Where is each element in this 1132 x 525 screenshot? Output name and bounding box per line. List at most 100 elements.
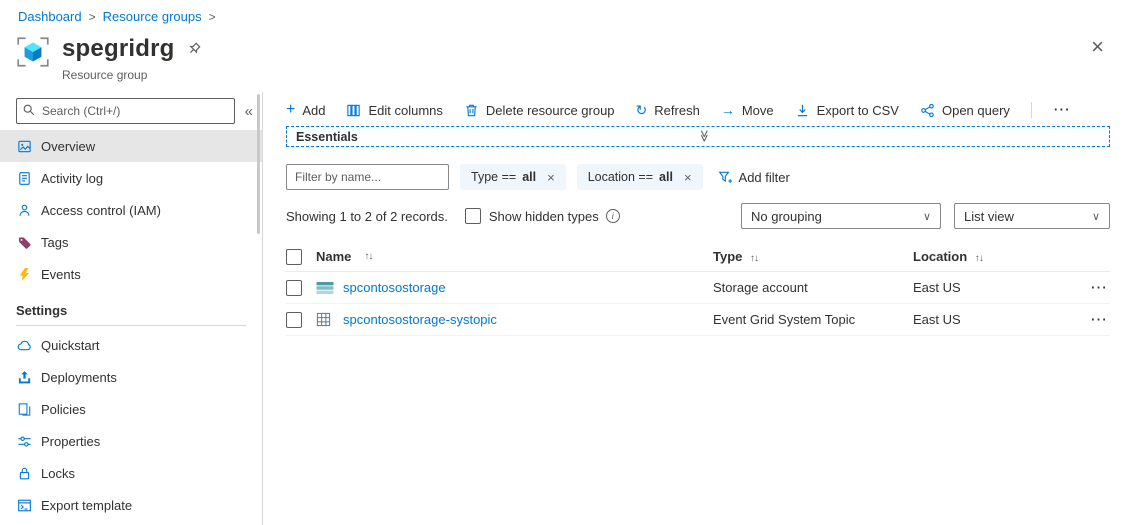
resource-type: Event Grid System Topic	[713, 312, 913, 327]
sidebar-item-label: Quickstart	[41, 338, 100, 353]
sidebar-item-label: Deployments	[41, 370, 117, 385]
grouping-dropdown[interactable]: No grouping ∨	[741, 203, 941, 229]
move-arrow-icon: →	[721, 103, 735, 117]
table-row[interactable]: spcontosostorage Storage account East US…	[286, 272, 1110, 304]
sidebar-item-properties[interactable]: Properties	[0, 425, 262, 457]
sidebar-item-events[interactable]: Events	[0, 258, 262, 290]
divider	[16, 325, 246, 326]
sort-icon: ↑↓	[975, 253, 983, 264]
close-icon[interactable]: ×	[1091, 36, 1104, 58]
move-button[interactable]: → Move	[721, 103, 774, 118]
records-bar: Showing 1 to 2 of 2 records. Show hidden…	[286, 203, 1110, 229]
edit-columns-button[interactable]: Edit columns	[346, 103, 442, 118]
sidebar-item-access-control[interactable]: Access control (IAM)	[0, 194, 262, 226]
sidebar: « Overview Activity log Access control (…	[0, 92, 263, 525]
remove-filter-icon[interactable]: ×	[684, 170, 692, 185]
sidebar-item-label: Properties	[41, 434, 100, 449]
sidebar-item-tags[interactable]: Tags	[0, 226, 262, 258]
delete-resource-group-button[interactable]: Delete resource group	[464, 103, 615, 118]
page-subtitle: Resource group	[62, 68, 147, 82]
storage-account-icon	[316, 281, 334, 295]
pill-value: all	[522, 170, 536, 184]
sidebar-item-export-template[interactable]: Export template	[0, 489, 262, 521]
resource-link[interactable]: spcontosostorage	[343, 280, 446, 295]
grouping-value: No grouping	[751, 209, 822, 224]
lightning-icon	[16, 266, 32, 282]
add-filter-button[interactable]: Add filter	[718, 170, 790, 185]
pin-icon[interactable]	[186, 41, 202, 57]
chevron-down-icon: ∨	[923, 210, 931, 223]
breadcrumb-separator: >	[209, 10, 216, 24]
show-hidden-types-checkbox[interactable]	[465, 208, 481, 224]
column-label: Type	[713, 249, 742, 264]
column-header-type[interactable]: Type ↑↓	[713, 249, 913, 264]
download-icon	[795, 103, 810, 118]
remove-filter-icon[interactable]: ×	[547, 170, 555, 185]
sidebar-scrollbar[interactable]	[257, 94, 260, 234]
filter-by-name-input[interactable]	[286, 164, 449, 190]
essentials-label: Essentials	[296, 130, 358, 144]
sidebar-search-input[interactable]	[16, 98, 235, 124]
lock-icon	[16, 465, 32, 481]
type-filter-pill[interactable]: Type == all ×	[460, 164, 566, 190]
view-value: List view	[964, 209, 1014, 224]
row-checkbox[interactable]	[286, 280, 302, 296]
records-count: Showing 1 to 2 of 2 records.	[286, 209, 448, 224]
view-dropdown[interactable]: List view ∨	[954, 203, 1110, 229]
select-all-checkbox[interactable]	[286, 249, 302, 265]
breadcrumb: Dashboard>Resource groups>	[18, 9, 223, 24]
pill-label: Location ==	[588, 170, 653, 184]
pill-value: all	[659, 170, 673, 184]
row-more-icon[interactable]: ⋯	[1074, 310, 1110, 330]
open-query-label: Open query	[942, 103, 1010, 118]
chevron-down-icon: ∨	[1092, 210, 1100, 223]
sort-icon: ↑↓	[750, 253, 758, 264]
tag-icon	[16, 234, 32, 250]
person-icon	[16, 202, 32, 218]
info-icon: i	[606, 209, 620, 223]
resource-group-icon	[14, 33, 52, 71]
row-checkbox[interactable]	[286, 312, 302, 328]
trash-icon	[464, 103, 479, 118]
sidebar-item-overview[interactable]: Overview	[0, 130, 262, 162]
query-branch-icon	[920, 103, 935, 118]
event-grid-system-topic-icon	[316, 313, 334, 327]
resource-link[interactable]: spcontosostorage-systopic	[343, 312, 497, 327]
add-label: Add	[302, 103, 325, 118]
column-label: Name	[316, 249, 351, 264]
filter-bar: Type == all × Location == all × Add filt…	[286, 164, 790, 190]
more-commands-icon[interactable]: ⋯	[1053, 100, 1071, 120]
overview-icon	[16, 138, 32, 154]
sort-icon: ↑↓	[364, 251, 372, 262]
sidebar-item-policies[interactable]: Policies	[0, 393, 262, 425]
resource-location: East US	[913, 280, 1074, 295]
column-label: Location	[913, 249, 967, 264]
resource-location: East US	[913, 312, 1074, 327]
sidebar-item-activity-log[interactable]: Activity log	[0, 162, 262, 194]
open-query-button[interactable]: Open query	[920, 103, 1010, 118]
sidebar-item-deployments[interactable]: Deployments	[0, 361, 262, 393]
export-to-csv-button[interactable]: Export to CSV	[795, 103, 899, 118]
column-header-name[interactable]: Name ↑↓	[316, 249, 713, 264]
refresh-label: Refresh	[654, 103, 700, 118]
script-window-icon	[16, 497, 32, 513]
add-button[interactable]: + Add	[286, 103, 325, 118]
location-filter-pill[interactable]: Location == all ×	[577, 164, 703, 190]
row-more-icon[interactable]: ⋯	[1074, 278, 1110, 298]
breadcrumb-resource-groups[interactable]: Resource groups	[103, 9, 202, 24]
breadcrumb-dashboard[interactable]: Dashboard	[18, 9, 82, 24]
command-bar: + Add Edit columns Delete resource group…	[286, 97, 1071, 123]
sidebar-item-quickstart[interactable]: Quickstart	[0, 329, 262, 361]
funnel-plus-icon	[718, 170, 733, 185]
sidebar-item-locks[interactable]: Locks	[0, 457, 262, 489]
column-header-location[interactable]: Location ↑↓	[913, 249, 1074, 264]
activity-log-icon	[16, 170, 32, 186]
columns-icon	[346, 103, 361, 118]
collapse-sidebar-icon[interactable]: «	[242, 103, 256, 120]
table-row[interactable]: spcontosostorage-systopic Event Grid Sys…	[286, 304, 1110, 336]
essentials-expander[interactable]: Essentials ≫	[286, 126, 1110, 147]
refresh-button[interactable]: ↻ Refresh	[636, 103, 700, 118]
move-label: Move	[742, 103, 774, 118]
add-filter-label: Add filter	[739, 170, 790, 185]
edit-columns-label: Edit columns	[368, 103, 442, 118]
